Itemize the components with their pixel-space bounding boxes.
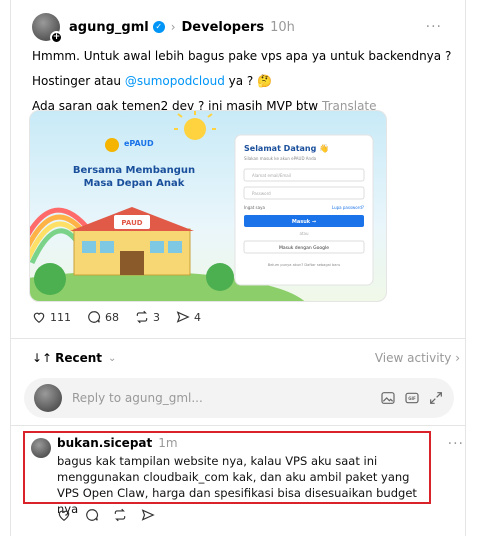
brand-logo-icon	[105, 138, 119, 152]
post-image[interactable]: ePAUD Bersama Membangun Masa Depan Anak …	[29, 110, 387, 302]
sun-icon	[184, 118, 206, 140]
comment-time: 1m	[158, 436, 178, 450]
login-subtitle: Silakan masuk ke akun ePAUD Anda	[244, 156, 317, 161]
post-actions: 111 68 3 4	[32, 310, 201, 324]
login-email-placeholder: Alamat email/Email	[252, 173, 291, 178]
heart-icon	[33, 312, 45, 323]
author-username[interactable]: agung_gml	[69, 20, 149, 35]
login-google-label: Masuk dengan Google	[279, 245, 329, 251]
divider-top	[10, 338, 466, 339]
school-building	[70, 207, 194, 276]
school-sign: PAUD	[121, 219, 142, 227]
comment-header: bukan.sicepat 1m	[57, 436, 178, 450]
post-line-2: Hostinger atau @sumopodcloud ya ? 🤔	[32, 73, 452, 89]
chevron-right-icon: ›	[455, 351, 460, 365]
comment-more-options-icon[interactable]: ···	[448, 436, 464, 452]
login-remember: Ingat saya	[244, 205, 265, 210]
login-forgot: Lupa password?	[332, 205, 364, 210]
view-activity-link[interactable]: View activity ›	[375, 351, 460, 365]
login-register: Belum punya akun? Daftar sebagai baru	[268, 263, 341, 267]
tree-left	[34, 263, 66, 295]
share-action[interactable]: 4	[176, 310, 201, 324]
headline-line-1: Bersama Membangun	[73, 165, 195, 176]
view-activity-label: View activity	[374, 351, 452, 365]
comment-icon	[88, 311, 100, 323]
sort-icon: ↓↑	[32, 351, 53, 365]
comment-count: 68	[105, 310, 119, 324]
post-line-1: Hmmm. Untuk awal lebih bagus pake vps ap…	[32, 49, 452, 63]
like-action[interactable]: 111	[32, 310, 71, 324]
thinking-emoji: 🤔	[257, 74, 273, 88]
post-line-2-suffix: ya ?	[224, 74, 254, 88]
author-avatar[interactable]: +	[32, 13, 63, 44]
divider-bottom	[10, 425, 466, 426]
post-line-2-prefix: Hostinger atau	[32, 74, 125, 88]
image-icon[interactable]	[380, 390, 396, 406]
chevron-down-icon[interactable]: ⌄	[108, 353, 116, 364]
repost-icon	[136, 310, 148, 324]
chevron-right-icon: ›	[170, 20, 176, 34]
expand-icon[interactable]	[428, 390, 444, 406]
share-icon	[176, 311, 190, 323]
sort-recent-dropdown[interactable]: Recent	[55, 351, 102, 365]
replies-header: ↓↑ Recent ⌄ View activity ›	[32, 347, 460, 369]
share-count: 4	[194, 310, 201, 324]
reply-input-box[interactable]: Reply to agung_gml... GIF	[24, 378, 454, 418]
comment-actions	[57, 508, 155, 522]
login-password-placeholder: Password	[252, 191, 271, 196]
reply-attachments: GIF	[380, 390, 444, 406]
gif-icon[interactable]: GIF	[404, 390, 420, 406]
current-user-avatar	[34, 384, 62, 412]
comment-like-heart-icon[interactable]	[57, 508, 71, 522]
verified-badge-icon: ✓	[152, 21, 165, 33]
follow-plus-icon[interactable]: +	[50, 31, 63, 44]
comment-reply-icon[interactable]	[85, 508, 99, 522]
brand-name: ePAUD	[124, 139, 154, 148]
comment-action[interactable]: 68	[87, 310, 119, 324]
commenter-avatar[interactable]	[31, 438, 51, 458]
repost-action[interactable]: 3	[135, 310, 160, 324]
post-time: 10h	[270, 19, 295, 35]
like-count: 111	[50, 310, 71, 324]
login-or: atau	[299, 231, 308, 236]
post-header: + agung_gml ✓ › Developers 10h ···	[32, 12, 460, 44]
mention-link[interactable]: @sumopodcloud	[125, 74, 225, 88]
login-title: Selamat Datang 👋	[244, 144, 329, 153]
comment-share-icon[interactable]	[141, 508, 155, 522]
repost-count: 3	[153, 310, 160, 324]
more-options-icon[interactable]: ···	[426, 19, 442, 35]
community-name[interactable]: Developers	[182, 20, 265, 35]
login-button-label: Masuk →	[292, 219, 316, 225]
comment-repost-icon[interactable]	[113, 508, 127, 522]
commenter-username[interactable]: bukan.sicepat	[57, 436, 152, 450]
svg-text:GIF: GIF	[408, 396, 416, 401]
post-image-illustration: ePAUD Bersama Membangun Masa Depan Anak …	[30, 111, 374, 301]
headline-line-2: Masa Depan Anak	[84, 178, 185, 189]
tree-right	[206, 263, 234, 291]
reply-input[interactable]: Reply to agung_gml...	[72, 391, 380, 405]
